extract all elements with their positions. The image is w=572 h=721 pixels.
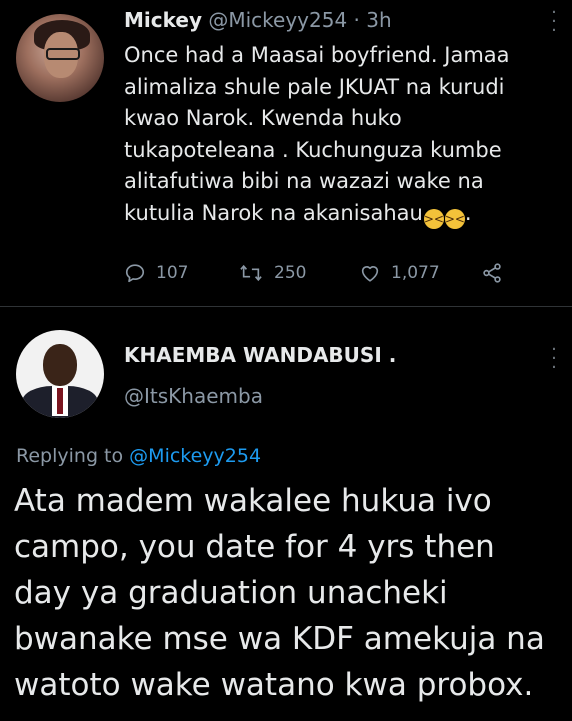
share-button[interactable] xyxy=(480,258,514,288)
avatar-tie xyxy=(57,388,63,414)
tweet-text-line: kwao Narok. Kwenda huko xyxy=(124,106,402,130)
tweet-actions: 107 250 1,077 xyxy=(124,258,544,288)
retweet-count: 250 xyxy=(274,263,307,283)
reply-text-line: bwanake mse wa KDF amekuja na xyxy=(14,621,545,657)
reply-avatar[interactable] xyxy=(16,330,104,418)
tweet-text: Once had a Maasai boyfriend. Jamaa alima… xyxy=(124,40,554,229)
tweet-text-line: alitafutiwa bibi na wazazi wake na xyxy=(124,169,484,193)
author-name[interactable]: Mickey xyxy=(124,8,202,32)
original-tweet[interactable]: Mickey @Mickeyy254 · 3h · · · Once had a M… xyxy=(0,0,572,300)
retweet-button[interactable]: 250 xyxy=(238,258,306,288)
reply-text-line: campo, you date for 4 yrs then xyxy=(14,529,495,565)
tweet-text-line: Once had a Maasai boyfriend. Jamaa xyxy=(124,43,510,67)
reply-text-line: day ya graduation unacheki xyxy=(14,575,448,611)
avatar-head xyxy=(43,344,77,386)
reply-button[interactable]: 107 xyxy=(124,258,188,288)
reply-icon xyxy=(125,264,145,283)
replying-prefix: Replying to xyxy=(16,445,124,467)
more-options-icon[interactable]: · · · xyxy=(550,341,558,377)
reply-count: 107 xyxy=(156,263,189,283)
tired-face-emoji-icon: >< xyxy=(423,208,444,229)
avatar[interactable] xyxy=(16,14,104,102)
tired-face-emoji-icon: >< xyxy=(444,208,465,229)
heart-icon xyxy=(361,266,379,282)
like-count: 1,077 xyxy=(391,263,440,283)
tweet-time[interactable]: 3h xyxy=(366,8,391,32)
tweet-header: Mickey @Mickeyy254 · 3h xyxy=(124,8,392,32)
tweet-divider xyxy=(0,306,572,307)
tweet-text-end: . xyxy=(464,200,472,225)
share-icon xyxy=(483,263,501,283)
avatar-glasses xyxy=(46,48,80,60)
more-options-icon[interactable]: · · · xyxy=(550,4,558,40)
replying-mention-link[interactable]: @Mickeyy254 xyxy=(129,445,261,467)
tweet-text-line: alimaliza shule pale JKUAT na kurudi xyxy=(124,74,505,99)
reply-text-line: watoto wake watano kwa probox. xyxy=(14,667,534,703)
reply-text: Ata madem wakalee hukua ivo campo, you d… xyxy=(14,478,572,708)
reply-author-name[interactable]: KHAEMBA WANDABUSI . xyxy=(124,343,396,367)
separator-dot: · xyxy=(353,8,360,32)
tweet-text-line: tukapoteleana . Kuchunguza kumbe xyxy=(124,137,502,162)
replying-to: Replying to @Mickeyy254 xyxy=(16,445,261,467)
author-handle[interactable]: @Mickeyy254 xyxy=(208,8,347,32)
tweet-text-line: kutulia Narok na akanisahau xyxy=(124,200,423,225)
like-button[interactable]: 1,077 xyxy=(359,258,440,288)
reply-author-handle[interactable]: @ItsKhaemba xyxy=(124,384,263,408)
reply-text-line: Ata madem wakalee hukua ivo xyxy=(14,483,492,519)
retweet-icon xyxy=(240,264,262,282)
tweet-text-last-line: kutulia Narok na akanisahau><><. xyxy=(124,198,554,230)
